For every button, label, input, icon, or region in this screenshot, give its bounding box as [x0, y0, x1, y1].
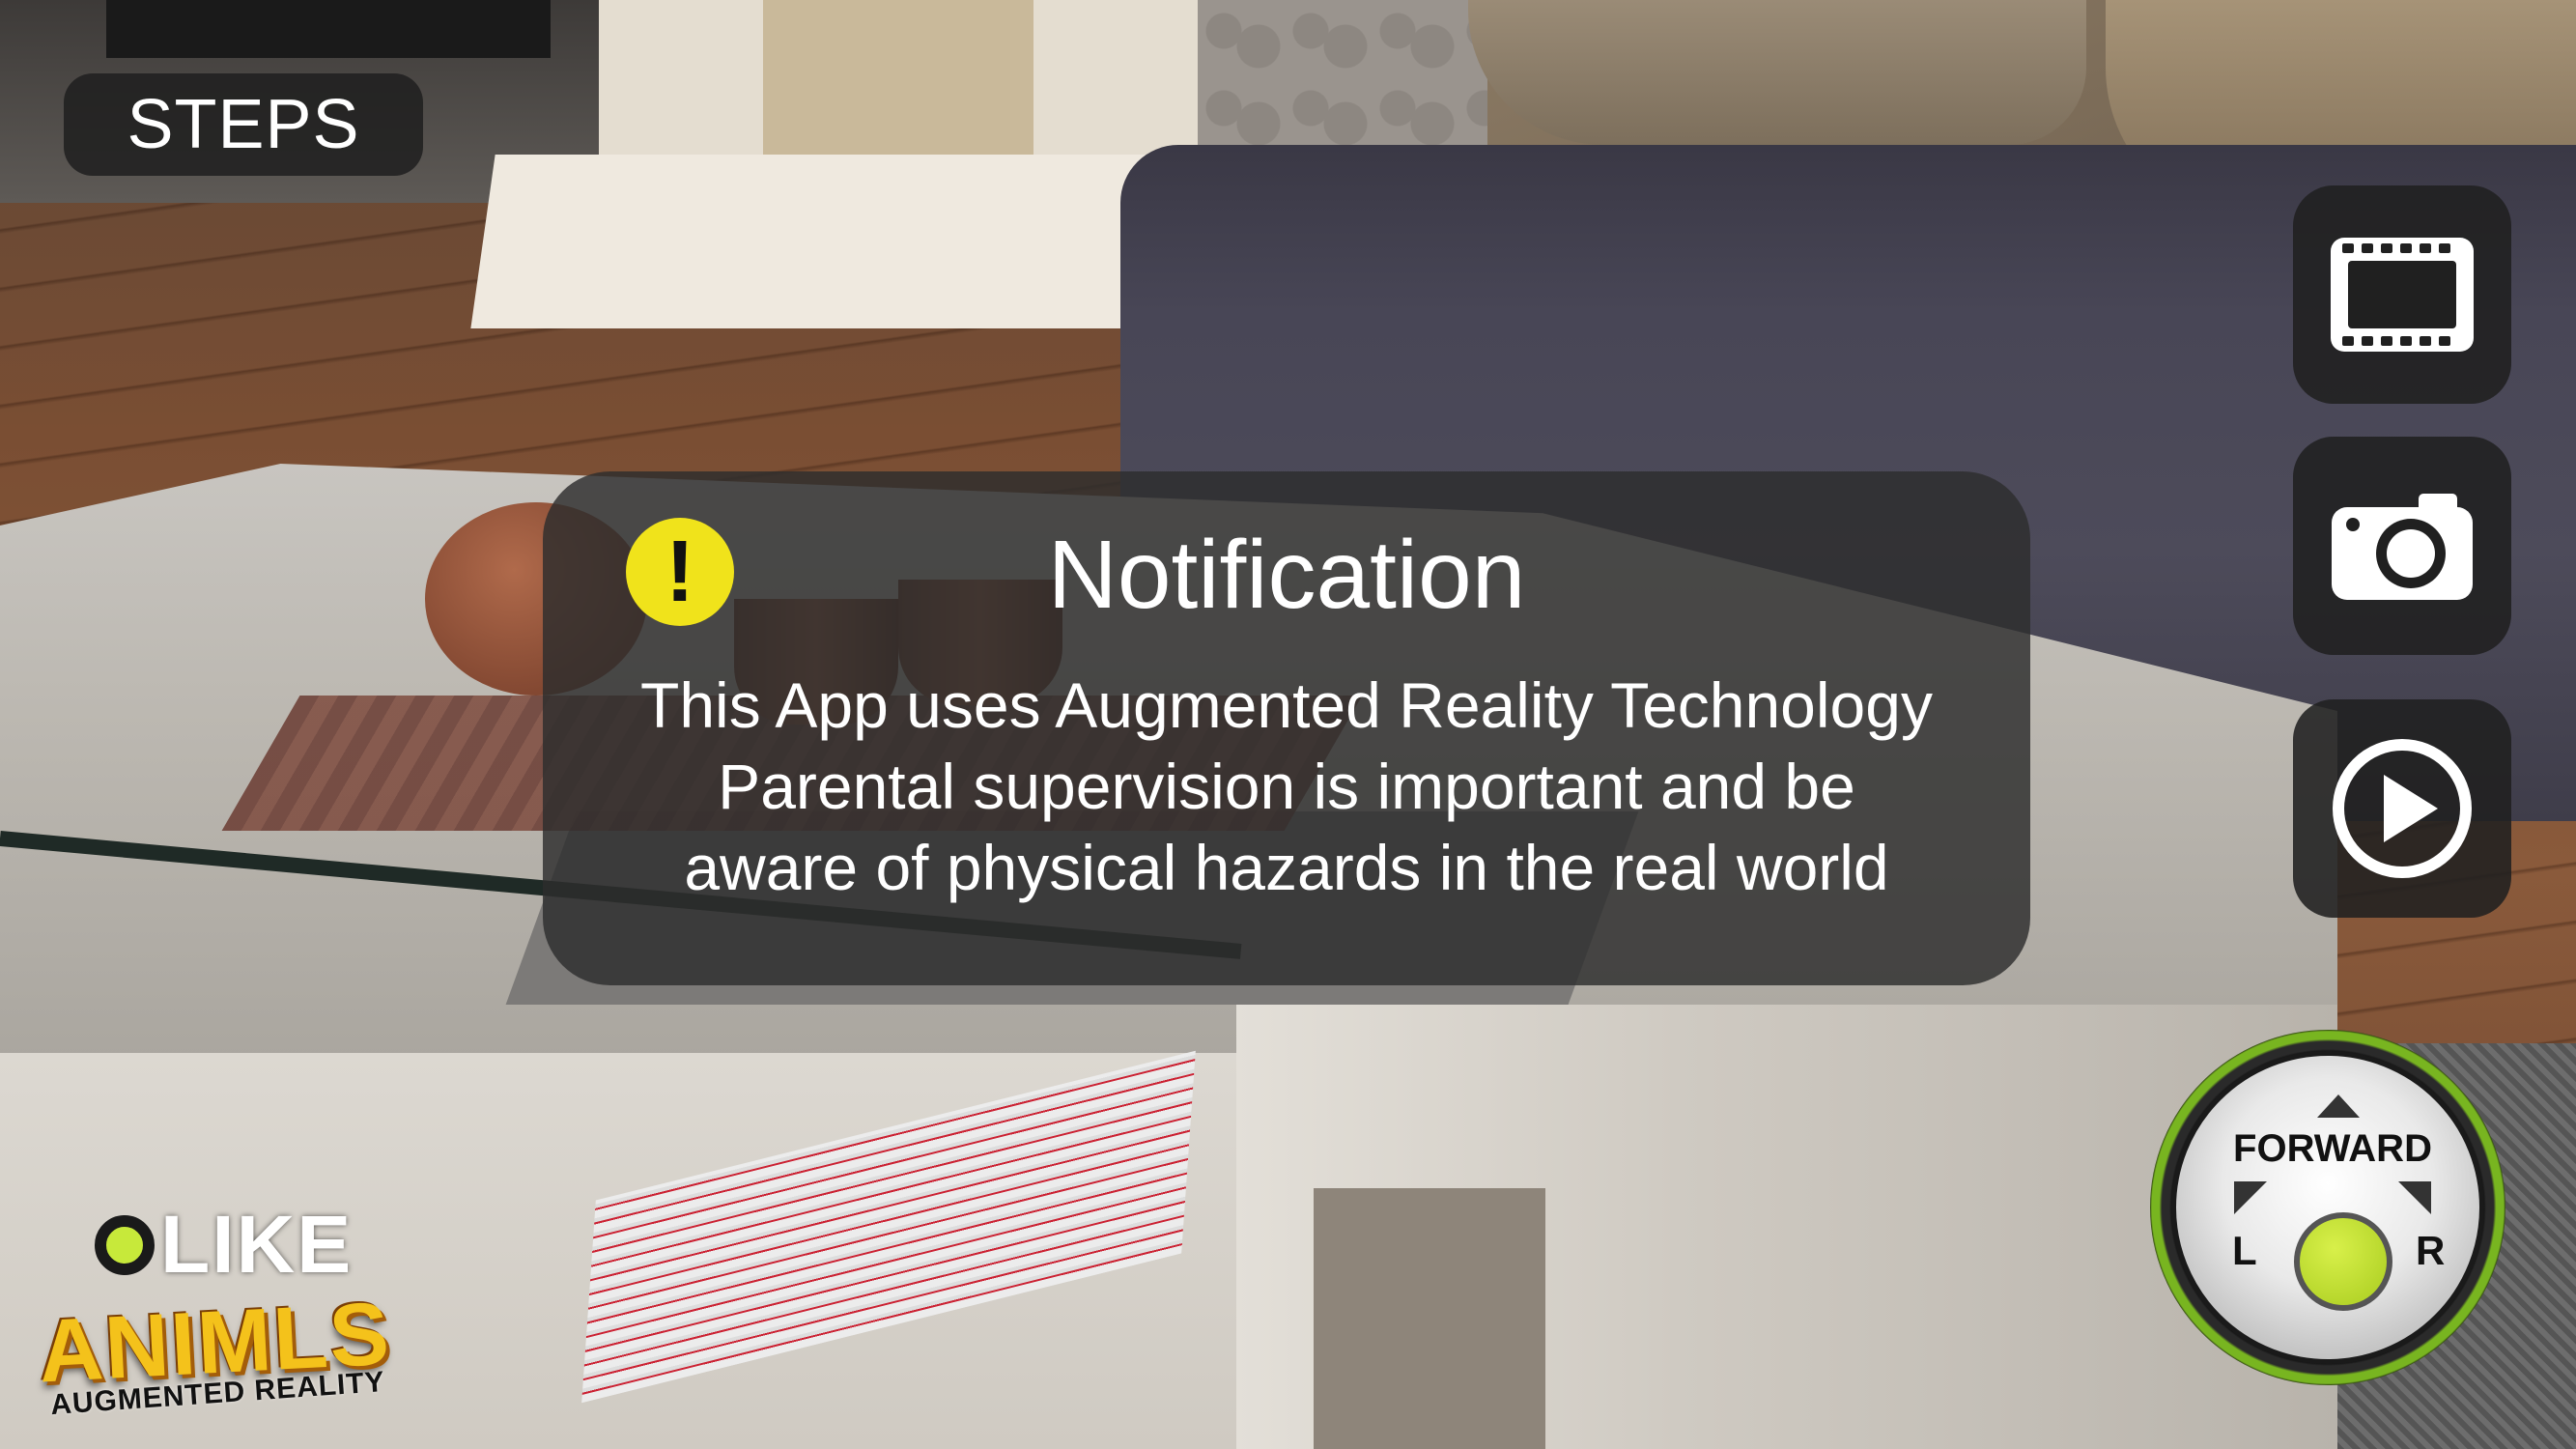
logo-brand: LIKE: [95, 1198, 353, 1292]
coffee-table-opening: [1314, 1188, 1545, 1449]
notification-dialog: ! Notification This App uses Augmented R…: [543, 471, 2030, 985]
play-button[interactable]: [2293, 699, 2511, 918]
arrow-up-left-icon: [2234, 1181, 2267, 1214]
joystick-knob[interactable]: [2294, 1212, 2392, 1311]
notification-message: This App uses Augmented Reality Technolo…: [543, 665, 2030, 908]
notification-line: Parental supervision is important and be: [718, 751, 1855, 822]
logo-brand-text: LIKE: [160, 1199, 354, 1290]
notification-line: aware of physical hazards in the real wo…: [684, 832, 1889, 903]
joystick-pad[interactable]: FORWARD L R: [2171, 1051, 2484, 1364]
camera-icon: [2332, 494, 2473, 600]
film-icon: [2331, 238, 2474, 352]
pillow: [1468, 0, 2086, 145]
notification-line: This App uses Augmented Reality Technolo…: [640, 669, 1933, 741]
joystick-right-label: R: [2416, 1228, 2446, 1273]
arrow-up-right-icon: [2398, 1181, 2431, 1214]
notification-title: Notification: [1047, 521, 1526, 629]
arrow-up-icon: [2317, 1094, 2360, 1118]
joystick-left-label: L: [2232, 1228, 2257, 1273]
steps-button[interactable]: STEPS: [64, 73, 423, 176]
take-photo-button[interactable]: [2293, 437, 2511, 655]
joystick-forward-label: FORWARD: [2233, 1127, 2432, 1170]
play-icon: [2333, 739, 2472, 878]
steps-button-label: STEPS: [127, 86, 360, 163]
app-logo: LIKE ANIMLS AUGMENTED REALITY: [37, 1198, 406, 1430]
logo-ring-icon: [95, 1214, 155, 1275]
movement-joystick[interactable]: FORWARD L R: [2150, 1030, 2505, 1385]
fireplace-base: [470, 155, 1152, 328]
record-video-button[interactable]: [2293, 185, 2511, 404]
